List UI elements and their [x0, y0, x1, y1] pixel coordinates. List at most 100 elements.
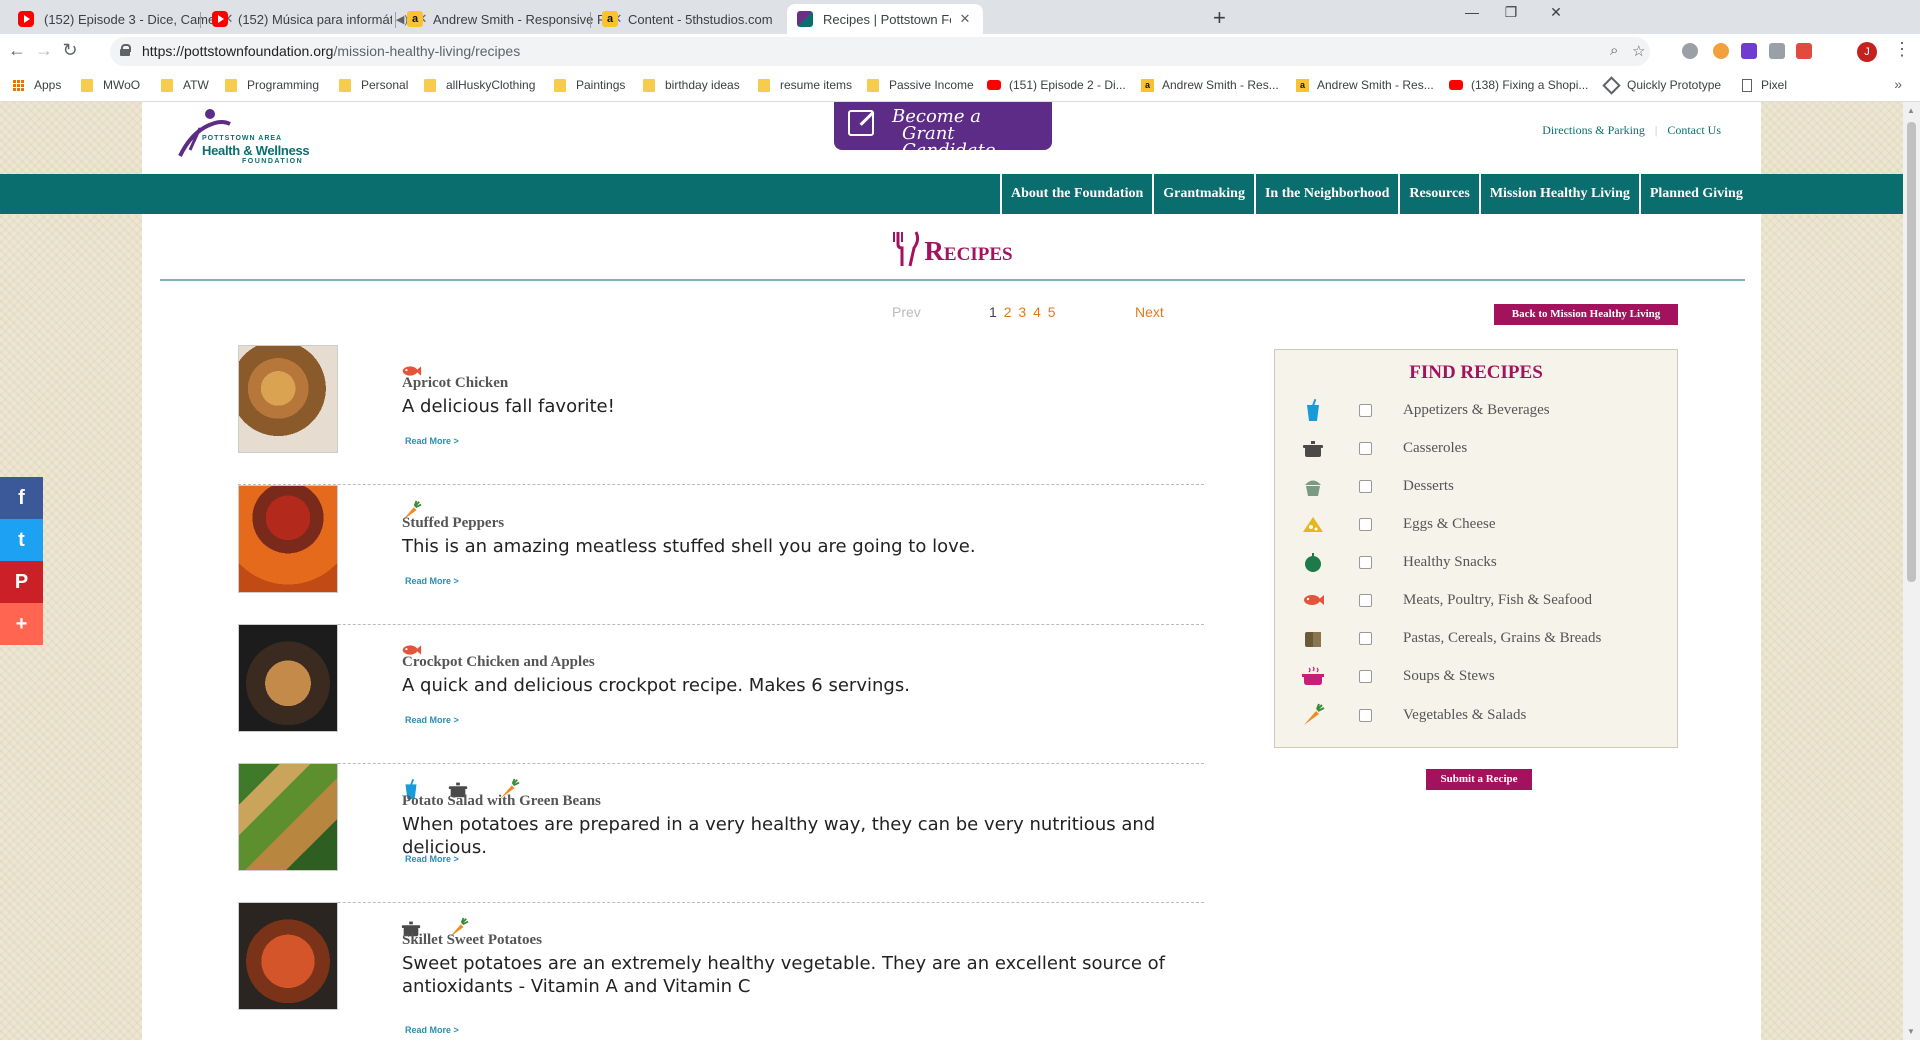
category-filter[interactable]: Meats, Poultry, Fish & Seafood [1275, 586, 1679, 616]
extension-cookie-icon[interactable] [1713, 43, 1729, 59]
category-checkbox[interactable] [1359, 709, 1372, 722]
bookmark-folder[interactable]: ATW [161, 78, 209, 92]
category-label[interactable]: Vegetables & Salads [1403, 707, 1526, 724]
address-bar[interactable]: https://pottstownfoundation.org/mission-… [110, 37, 1650, 66]
recipe-name[interactable]: Potato Salad with Green Beans [402, 793, 601, 810]
restore-icon[interactable]: ❐ [1496, 4, 1526, 21]
category-label[interactable]: Desserts [1403, 478, 1454, 495]
twitter-icon[interactable]: t [0, 519, 43, 561]
category-filter[interactable]: Desserts [1275, 472, 1679, 502]
contact-link[interactable]: Contact Us [1657, 123, 1731, 137]
facebook-icon[interactable]: f [0, 477, 43, 519]
page-link-2[interactable]: 2 [1004, 304, 1012, 320]
scroll-up-icon[interactable]: ▲ [1907, 106, 1915, 115]
bookmark-link[interactable]: (151) Episode 2 - Di... [987, 78, 1126, 92]
recipe-thumbnail[interactable] [238, 902, 338, 1010]
page-link-1[interactable]: 1 [989, 304, 997, 320]
profile-avatar[interactable]: J [1857, 42, 1877, 62]
page-link-3[interactable]: 3 [1018, 304, 1026, 320]
category-filter[interactable]: Soups & Stews [1275, 662, 1679, 692]
forward-arrow-icon[interactable]: → [32, 40, 56, 61]
category-label[interactable]: Pastas, Cereals, Grains & Breads [1403, 630, 1601, 647]
nav-about[interactable]: About the Foundation [1000, 174, 1152, 214]
zoom-icon[interactable]: ⌕ [1610, 42, 1618, 59]
recipe-thumbnail[interactable] [238, 485, 338, 593]
category-filter[interactable]: Healthy Snacks [1275, 548, 1679, 578]
recipe-thumbnail[interactable] [238, 345, 338, 453]
prev-page-link[interactable]: Prev [892, 304, 921, 320]
category-checkbox[interactable] [1359, 556, 1372, 569]
category-checkbox[interactable] [1359, 404, 1372, 417]
bookmark-folder[interactable]: Programming [225, 78, 319, 92]
bookmark-folder[interactable]: Passive Income [867, 78, 974, 92]
nav-resources[interactable]: Resources [1398, 174, 1478, 214]
bookmark-link[interactable]: Quickly Prototype [1602, 75, 1721, 95]
pinterest-icon[interactable]: P [0, 561, 43, 603]
scroll-down-icon[interactable]: ▼ [1907, 1027, 1915, 1036]
new-tab-button[interactable]: + [1213, 5, 1226, 31]
recipe-name[interactable]: Crockpot Chicken and Apples [402, 654, 595, 671]
window-close-icon[interactable]: ✕ [1541, 4, 1571, 21]
category-filter[interactable]: Appetizers & Beverages [1275, 396, 1679, 426]
bookmark-folder[interactable]: Personal [339, 78, 408, 92]
read-more-link[interactable]: Read More > [405, 576, 459, 586]
star-icon[interactable]: ☆ [1632, 42, 1645, 60]
close-icon[interactable]: ✕ [957, 11, 973, 27]
bookmark-folder[interactable]: resume items [758, 78, 852, 92]
read-more-link[interactable]: Read More > [405, 436, 459, 446]
bookmark-link[interactable]: a Andrew Smith - Res... [1141, 78, 1279, 92]
category-label[interactable]: Healthy Snacks [1403, 554, 1497, 571]
recipe-name[interactable]: Skillet Sweet Potatoes [402, 932, 542, 949]
submit-recipe-button[interactable]: Submit a Recipe [1426, 769, 1532, 790]
bookmark-folder[interactable]: birthday ideas [643, 78, 740, 92]
extension-gray-icon[interactable] [1769, 43, 1785, 59]
extension-red-icon[interactable] [1796, 43, 1812, 59]
share-plus-icon[interactable]: + [0, 603, 43, 645]
category-checkbox[interactable] [1359, 518, 1372, 531]
menu-kebab-icon[interactable]: ⋮ [1890, 39, 1914, 60]
read-more-link[interactable]: Read More > [405, 1025, 459, 1035]
category-checkbox[interactable] [1359, 480, 1372, 493]
bookmark-folder[interactable]: allHuskyClothing [424, 78, 535, 92]
back-to-mission-button[interactable]: Back to Mission Healthy Living [1494, 304, 1678, 325]
page-scrollbar[interactable]: ▲ ▼ [1903, 102, 1920, 1040]
bookmark-link[interactable]: a Andrew Smith - Res... [1296, 78, 1434, 92]
reload-icon[interactable]: ↻ [58, 40, 82, 61]
nav-mission-healthy-living[interactable]: Mission Healthy Living [1478, 174, 1639, 214]
category-checkbox[interactable] [1359, 632, 1372, 645]
recipe-name[interactable]: Stuffed Peppers [402, 515, 504, 532]
more-bookmarks-icon[interactable]: » [1894, 76, 1902, 92]
bookmark-folder[interactable]: MWoO [81, 78, 140, 92]
bookmark-link[interactable]: Pixel [1742, 78, 1787, 92]
category-label[interactable]: Soups & Stews [1403, 668, 1495, 685]
back-arrow-icon[interactable]: ← [5, 40, 29, 61]
category-label[interactable]: Meats, Poultry, Fish & Seafood [1403, 592, 1592, 609]
page-link-4[interactable]: 4 [1033, 304, 1041, 320]
scrollbar-thumb[interactable] [1907, 122, 1916, 582]
minimize-icon[interactable]: — [1457, 4, 1487, 20]
grant-candidate-banner[interactable]: Become a Grant Candidate [834, 102, 1052, 160]
page-link-5[interactable]: 5 [1048, 304, 1056, 320]
category-label[interactable]: Eggs & Cheese [1403, 516, 1495, 533]
browser-tab-active[interactable]: Recipes | Pottstown Foundation ✕ [787, 4, 983, 34]
category-checkbox[interactable] [1359, 594, 1372, 607]
category-filter[interactable]: Vegetables & Salads [1275, 701, 1679, 731]
bookmark-apps[interactable]: Apps [13, 78, 61, 92]
bookmark-folder[interactable]: Paintings [554, 78, 625, 92]
directions-link[interactable]: Directions & Parking [1532, 123, 1655, 137]
recipe-thumbnail[interactable] [238, 763, 338, 871]
category-filter[interactable]: Casseroles [1275, 434, 1679, 464]
category-checkbox[interactable] [1359, 442, 1372, 455]
category-checkbox[interactable] [1359, 670, 1372, 683]
next-page-link[interactable]: Next [1135, 304, 1164, 320]
extension-purple-icon[interactable] [1741, 43, 1757, 59]
category-filter[interactable]: Eggs & Cheese [1275, 510, 1679, 540]
category-label[interactable]: Casseroles [1403, 440, 1467, 457]
category-label[interactable]: Appetizers & Beverages [1403, 402, 1550, 419]
recipe-thumbnail[interactable] [238, 624, 338, 732]
read-more-link[interactable]: Read More > [405, 854, 459, 864]
recipe-name[interactable]: Apricot Chicken [402, 375, 508, 392]
bookmark-link[interactable]: (138) Fixing a Shopi... [1449, 78, 1588, 92]
nav-neighborhood[interactable]: In the Neighborhood [1253, 174, 1398, 214]
nav-grantmaking[interactable]: Grantmaking [1152, 174, 1254, 214]
